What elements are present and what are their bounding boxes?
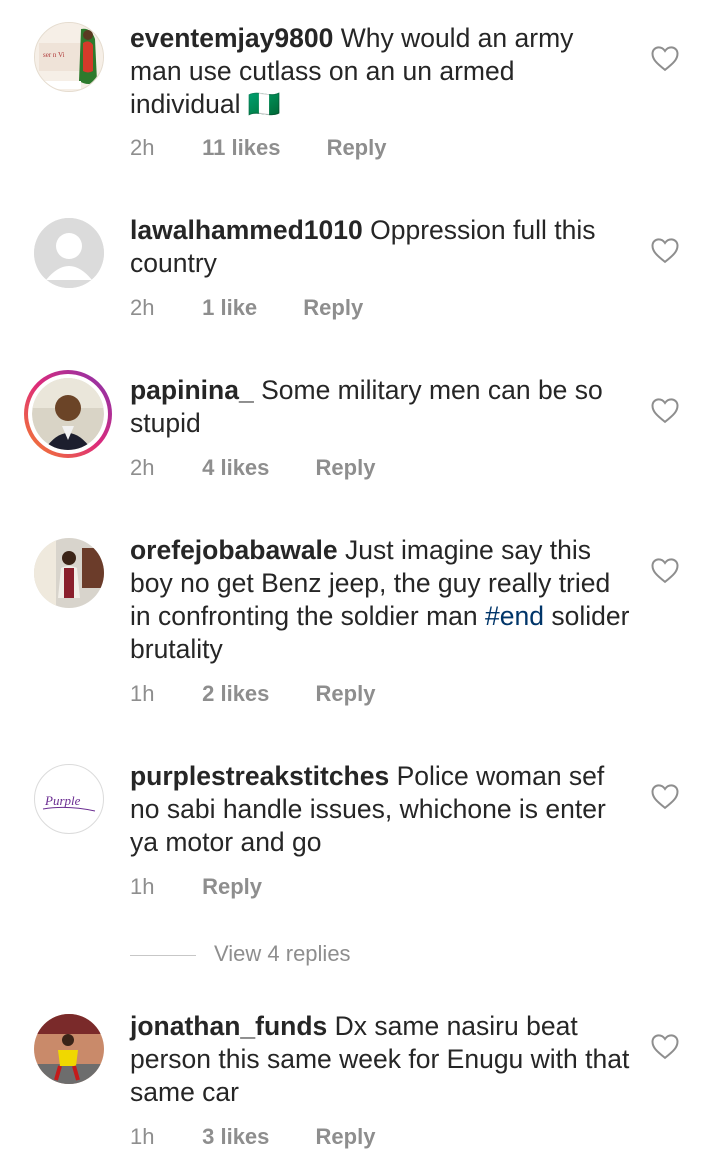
comment-likes[interactable]: 4 likes (202, 455, 269, 481)
avatar[interactable]: ser n Vi (34, 22, 104, 92)
comment-meta: 1h 3 likes Reply (130, 1124, 375, 1150)
avatar[interactable] (34, 1014, 104, 1084)
hashtag-link[interactable]: #end (485, 601, 544, 631)
comment-meta: 2h 4 likes Reply (130, 455, 375, 481)
svg-text:ser n Vi: ser n Vi (43, 51, 65, 59)
comment-username[interactable]: papinina_ (130, 375, 254, 405)
comment-username[interactable]: orefejobabawale (130, 535, 338, 565)
reply-button[interactable]: Reply (303, 295, 363, 321)
comment-likes[interactable]: 2 likes (202, 681, 269, 707)
reply-button[interactable]: Reply (316, 1124, 376, 1150)
comment-time: 2h (130, 135, 155, 160)
comment-meta: 1h 2 likes Reply (130, 681, 375, 707)
comment-likes[interactable]: 1 like (202, 295, 257, 321)
comment-username[interactable]: lawalhammed1010 (130, 215, 363, 245)
comment-body: orefejobabawale Just imagine say this bo… (130, 534, 630, 666)
comment-time: 2h (130, 295, 155, 320)
reply-button[interactable]: Reply (316, 455, 376, 481)
story-ring-avatar[interactable] (24, 370, 112, 458)
comment-time: 1h (130, 874, 155, 899)
heart-icon[interactable] (650, 782, 680, 810)
comment-meta: 2h 11 likes Reply (130, 135, 386, 161)
comment-username[interactable]: jonathan_funds (130, 1011, 327, 1041)
comment-meta: 2h 1 like Reply (130, 295, 363, 321)
reply-button[interactable]: Reply (327, 135, 387, 161)
comment-time: 1h (130, 1124, 155, 1149)
comment-body: jonathan_funds Dx same nasiru beat perso… (130, 1010, 630, 1109)
reply-button[interactable]: Reply (316, 681, 376, 707)
heart-icon[interactable] (650, 236, 680, 264)
avatar-logo-text: Purple (44, 793, 81, 808)
default-avatar-icon[interactable] (34, 218, 104, 288)
comment-likes[interactable]: 11 likes (202, 135, 280, 161)
comment-username[interactable]: eventemjay9800 (130, 23, 333, 53)
view-replies-label[interactable]: View 4 replies (214, 941, 351, 966)
flag-emoji: 🇳🇬 (247, 89, 281, 119)
heart-icon[interactable] (650, 1032, 680, 1060)
heart-icon[interactable] (650, 44, 680, 72)
reply-button[interactable]: Reply (202, 874, 262, 900)
comment-time: 1h (130, 681, 155, 706)
comment-body: lawalhammed1010 Oppression full this cou… (130, 214, 630, 280)
heart-icon[interactable] (650, 556, 680, 584)
comment-body: eventemjay9800 Why would an army man use… (130, 22, 630, 121)
comment-username[interactable]: purplestreakstitches (130, 761, 389, 791)
comment-likes[interactable]: 3 likes (202, 1124, 269, 1150)
comment-body: purplestreakstitches Police woman sef no… (130, 760, 630, 859)
view-replies-divider (130, 954, 196, 956)
comment-meta: 1h Reply (130, 874, 262, 900)
avatar[interactable]: Purple (34, 764, 104, 834)
comment-body: papinina_ Some military men can be so st… (130, 374, 630, 440)
view-replies-button[interactable]: View 4 replies (130, 941, 351, 967)
comment-time: 2h (130, 455, 155, 480)
avatar[interactable] (34, 538, 104, 608)
heart-icon[interactable] (650, 396, 680, 424)
